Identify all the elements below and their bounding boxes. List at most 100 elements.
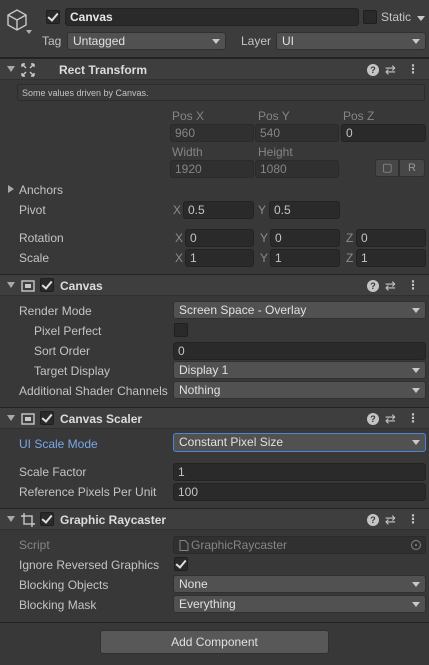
rotation-y-axis: Y [260,231,269,245]
graphic-raycaster-title: Graphic Raycaster [60,513,167,527]
rotation-x-field[interactable]: 0 [185,229,254,247]
canvas-title: Canvas [60,279,103,293]
scale-x-field[interactable]: 1 [185,249,254,267]
ignore-reversed-checkbox[interactable] [174,557,188,571]
static-checkbox[interactable] [363,10,377,24]
blocking-objects-value: None [179,577,208,591]
scale-factor-field[interactable]: 1 [173,463,426,481]
rotation-y-field[interactable]: 0 [270,229,340,247]
static-label: Static [381,10,412,24]
add-component-button[interactable]: Add Component [100,630,329,654]
blocking-mask-dropdown[interactable]: Everything [173,595,426,613]
help-icon[interactable]: ? [367,413,379,425]
preset-icon[interactable]: ⇄ [385,412,396,426]
foldout-arrow-icon[interactable] [7,516,15,522]
target-display-dropdown[interactable]: Display 1 [173,361,426,379]
driven-info-box: Some values driven by Canvas. [17,84,425,101]
scale-factor-label: Scale Factor [19,465,87,479]
blocking-mask-value: Everything [179,597,236,611]
target-display-label: Target Display [34,364,111,378]
canvas-scaler-enabled-checkbox[interactable] [40,411,54,425]
target-display-value: Display 1 [179,363,229,377]
scale-y-axis: Y [260,251,269,265]
rotation-label: Rotation [19,231,64,245]
layer-dropdown-value: UI [282,34,294,48]
graphic-raycaster-icon [21,513,35,527]
pivot-label: Pivot [19,203,46,217]
width-header: Width [172,145,203,159]
blueprint-mode-button[interactable]: ▢ [375,159,399,177]
ref-ppu-field[interactable]: 100 [173,483,426,501]
preset-icon[interactable]: ⇄ [385,513,396,527]
blocking-objects-label: Blocking Objects [19,578,109,592]
rect-transform-title: Rect Transform [59,63,148,77]
shader-channels-dropdown[interactable]: Nothing [173,381,426,399]
chevron-down-icon [212,39,220,44]
pivot-y-field[interactable]: 0.5 [269,201,340,219]
width-field: 1920 [170,160,254,178]
pivot-x-field[interactable]: 0.5 [183,201,254,219]
sort-order-field[interactable]: 0 [173,342,426,360]
canvas-component-header[interactable]: Canvas ? ⇄ ⋮ [0,274,429,296]
pos-z-field[interactable]: 0 [341,124,426,142]
raw-edit-button[interactable]: R [399,159,425,177]
help-icon[interactable]: ? [367,514,379,526]
height-field: 1080 [255,160,339,178]
ui-scale-mode-dropdown[interactable]: Constant Pixel Size [173,433,426,452]
graphic-raycaster-enabled-checkbox[interactable] [40,512,54,526]
menu-icon[interactable]: ⋮ [407,278,419,292]
script-field: GraphicRaycaster [173,536,426,554]
preset-icon[interactable]: ⇄ [385,63,396,77]
tag-dropdown[interactable]: Untagged [67,32,226,50]
gameobject-icon-dropdown-arrow[interactable] [26,30,32,34]
chevron-down-icon [412,602,420,607]
rect-transform-header[interactable]: Rect Transform ? ⇄ ⋮ [0,58,429,80]
menu-icon[interactable]: ⋮ [407,512,419,526]
foldout-arrow-icon[interactable] [7,282,15,288]
anchors-label[interactable]: Anchors [19,182,63,198]
rotation-z-field[interactable]: 0 [356,229,426,247]
pos-x-field: 960 [170,124,254,142]
canvas-header-icons: ? ⇄ ⋮ [367,278,421,294]
gameobject-header: Canvas Static Tag Untagged Layer UI [0,0,429,58]
menu-icon[interactable]: ⋮ [407,411,419,425]
canvas-icon [21,280,35,292]
pivot-y-axis: Y [258,203,267,217]
foldout-arrow-icon[interactable] [7,415,15,421]
layer-dropdown[interactable]: UI [276,32,426,50]
anchors-foldout-icon[interactable] [8,185,14,193]
pos-x-header: Pos X [172,109,205,123]
foldout-arrow-icon[interactable] [7,66,15,72]
canvas-scaler-icon [21,413,35,425]
scale-label: Scale [19,251,50,265]
rect-transform-icon [21,63,35,77]
render-mode-value: Screen Space - Overlay [179,303,307,317]
pixel-perfect-checkbox[interactable] [174,323,188,337]
pixel-perfect-label: Pixel Perfect [34,324,102,338]
chevron-down-icon [412,308,420,313]
tag-label: Tag [42,34,62,48]
blocking-objects-dropdown[interactable]: None [173,575,426,593]
pivot-x-axis: X [173,203,182,217]
ignore-reversed-label: Ignore Reversed Graphics [19,558,160,572]
help-icon[interactable]: ? [367,280,379,292]
scale-y-field[interactable]: 1 [270,249,340,267]
ui-scale-mode-label: UI Scale Mode [19,437,98,451]
preset-icon[interactable]: ⇄ [385,279,396,293]
static-dropdown-arrow[interactable] [417,16,425,21]
tag-dropdown-value: Untagged [73,34,126,48]
height-header: Height [258,145,293,159]
gameobject-name-field[interactable]: Canvas [65,8,359,26]
canvas-scaler-header[interactable]: Canvas Scaler ? ⇄ ⋮ [0,407,429,429]
canvas-enabled-checkbox[interactable] [40,278,54,292]
chevron-down-icon [412,388,420,393]
menu-icon[interactable]: ⋮ [407,62,419,76]
render-mode-dropdown[interactable]: Screen Space - Overlay [173,301,426,319]
canvas-scaler-header-icons: ? ⇄ ⋮ [367,411,421,427]
ref-ppu-label: Reference Pixels Per Unit [19,485,157,499]
pos-y-field: 540 [255,124,339,142]
gameobject-active-checkbox[interactable] [46,10,60,24]
scale-z-field[interactable]: 1 [356,249,426,267]
help-icon[interactable]: ? [367,64,379,76]
graphic-raycaster-header[interactable]: Graphic Raycaster ? ⇄ ⋮ [0,508,429,530]
